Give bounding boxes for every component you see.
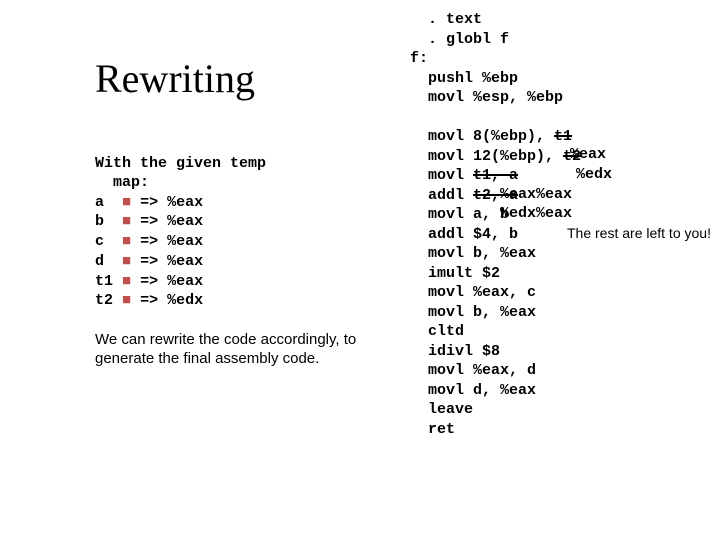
annotation-eaxeax: %eax%eax: [500, 186, 572, 203]
code-line: movl d, %eax: [410, 381, 581, 401]
bullet-icon: ■: [122, 193, 131, 210]
code-line: movl %eax, c: [410, 283, 581, 303]
bullet-icon: ■: [122, 272, 131, 289]
annotation-eax: %eax: [570, 146, 606, 163]
code-line: f:: [410, 49, 581, 69]
slide-title: Rewriting: [95, 55, 255, 102]
annotation-edx: %edx: [576, 166, 612, 183]
code-line: . globl f: [410, 30, 581, 50]
code-line: cltd: [410, 322, 581, 342]
temp-map-block: With the given temp map: a ■ => %eax b ■…: [95, 155, 375, 311]
mapping-row-5: t2 ■ => %edx: [95, 291, 375, 311]
code-line: movl b, %eax: [410, 303, 581, 323]
code-line: . text: [410, 10, 581, 30]
mapping-row-3: d ■ => %eax: [95, 252, 375, 272]
left-column: With the given temp map: a ■ => %eax b ■…: [95, 155, 375, 369]
annotation-rest: The rest are left to you!: [567, 225, 711, 242]
bullet-icon: ■: [122, 252, 131, 269]
code-line: pushl %ebp: [410, 69, 581, 89]
assembly-code-block: . text . globl f f: pushl %ebp movl %esp…: [410, 10, 581, 439]
bullet-icon: ■: [122, 212, 131, 229]
bullet-icon: ■: [122, 232, 131, 249]
mapping-row-2: c ■ => %eax: [95, 232, 375, 252]
annotation-edxeax: %edx%eax: [500, 205, 572, 222]
code-line: idivl $8: [410, 342, 581, 362]
rewrite-description: We can rewrite the code accordingly, to …: [95, 331, 375, 369]
code-line: movl 12(%ebp), t2: [410, 147, 581, 167]
code-line: movl %esp, %ebp: [410, 88, 581, 108]
mapping-row-0: a ■ => %eax: [95, 193, 375, 213]
code-line: movl 8(%ebp), t1: [410, 127, 581, 147]
code-line: [410, 108, 581, 128]
bullet-icon: ■: [122, 291, 131, 308]
temp-map-intro-text: With the given temp map:: [95, 155, 375, 193]
code-line: addl $4, b: [410, 225, 581, 245]
code-line: movl t1, a: [410, 166, 581, 186]
code-line: leave: [410, 400, 581, 420]
mapping-row-1: b ■ => %eax: [95, 212, 375, 232]
code-line: imult $2: [410, 264, 581, 284]
code-line: movl b, %eax: [410, 244, 581, 264]
code-line: ret: [410, 420, 581, 440]
mapping-row-4: t1 ■ => %eax: [95, 272, 375, 292]
code-line: movl %eax, d: [410, 361, 581, 381]
